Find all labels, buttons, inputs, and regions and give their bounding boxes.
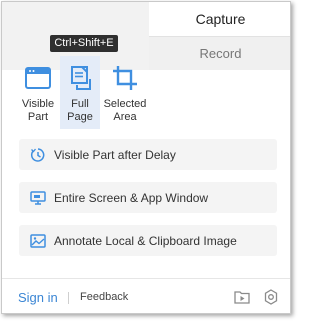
- selected-area-button[interactable]: Selected Area: [102, 56, 148, 129]
- crop-icon: [111, 64, 139, 92]
- feedback-link[interactable]: Feedback: [80, 291, 128, 303]
- tab-capture[interactable]: Capture: [149, 2, 290, 35]
- footer-bar: Sign in Feedback: [2, 279, 290, 313]
- image-icon: [30, 233, 46, 249]
- visible-part-label-2: Part: [27, 111, 49, 123]
- video-folder-icon[interactable]: [234, 289, 250, 305]
- selected-area-label-2: Area: [113, 111, 137, 123]
- selected-area-label-1: Selected: [103, 98, 147, 110]
- annotate-image-label: Annotate Local & Clipboard Image: [54, 233, 237, 248]
- settings-gear-icon[interactable]: [263, 289, 279, 305]
- full-page-icon: [66, 64, 94, 92]
- browser-window-icon: [24, 64, 52, 92]
- capture-mode-group: Visible Part Full Page Selected Area: [18, 56, 148, 129]
- capture-panel: Capture Record Visible Part Full Page Se…: [1, 1, 291, 314]
- delay-capture-label: Visible Part after Delay: [54, 147, 176, 162]
- full-page-label-2: Page: [67, 111, 93, 123]
- annotate-image-button[interactable]: Annotate Local & Clipboard Image: [19, 225, 277, 256]
- tab-record[interactable]: Record: [149, 36, 290, 70]
- delay-timer-icon: [30, 147, 46, 163]
- sign-in-link[interactable]: Sign in: [18, 290, 58, 305]
- full-page-button[interactable]: Full Page: [60, 56, 100, 129]
- tab-capture-label: Capture: [195, 10, 246, 27]
- delay-capture-button[interactable]: Visible Part after Delay: [19, 139, 277, 170]
- visible-part-button[interactable]: Visible Part: [18, 56, 58, 129]
- full-page-label-1: Full: [71, 98, 89, 110]
- tab-record-label: Record: [199, 46, 242, 61]
- entire-screen-button[interactable]: Entire Screen & App Window: [19, 182, 277, 213]
- shortcut-tooltip: Ctrl+Shift+E: [50, 35, 118, 52]
- entire-screen-label: Entire Screen & App Window: [54, 190, 209, 205]
- monitor-icon: [30, 190, 46, 206]
- footer-separator: [68, 292, 69, 304]
- visible-part-label-1: Visible: [21, 98, 55, 110]
